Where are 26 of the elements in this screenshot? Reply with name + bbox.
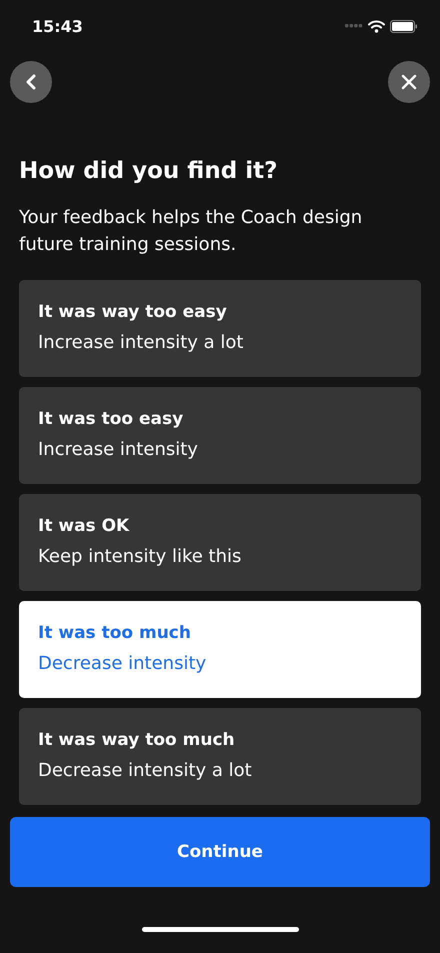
back-button[interactable] — [10, 61, 52, 103]
signal-icon — [345, 24, 363, 28]
close-button[interactable] — [388, 61, 430, 103]
option-title: It was too easy — [38, 408, 184, 430]
back-icon — [24, 74, 38, 90]
feedback-option[interactable]: It was way too much Decrease intensity a lot — [19, 708, 421, 805]
option-description: Increase intensity a lot — [38, 331, 244, 355]
feedback-option[interactable]: It was too much Decrease intensity — [19, 601, 421, 698]
wifi-icon — [368, 20, 385, 32]
option-title: It was OK — [38, 515, 130, 537]
close-icon — [401, 74, 417, 90]
status-time: 15:43 — [32, 16, 83, 36]
option-description: Decrease intensity a lot — [38, 759, 253, 783]
page-title: How did you find it? — [19, 157, 278, 186]
feedback-option[interactable]: It was OK Keep intensity like this — [19, 494, 421, 591]
option-title: It was way too easy — [38, 301, 228, 323]
option-description: Decrease intensity — [38, 652, 208, 676]
option-title: It was too much — [38, 622, 192, 644]
continue-button[interactable]: Continue — [10, 817, 430, 887]
feedback-option[interactable]: It was way too easy Increase intensity a lot — [19, 280, 421, 377]
option-description: Keep intensity like this — [38, 545, 242, 569]
page-subtitle: Your feedback helps the Coach design future training sessions. — [19, 206, 364, 257]
option-title: It was way too much — [38, 729, 236, 751]
feedback-option[interactable]: It was too easy Increase intensity — [19, 387, 421, 484]
option-description: Increase intensity — [38, 438, 199, 462]
battery-icon — [390, 20, 418, 32]
